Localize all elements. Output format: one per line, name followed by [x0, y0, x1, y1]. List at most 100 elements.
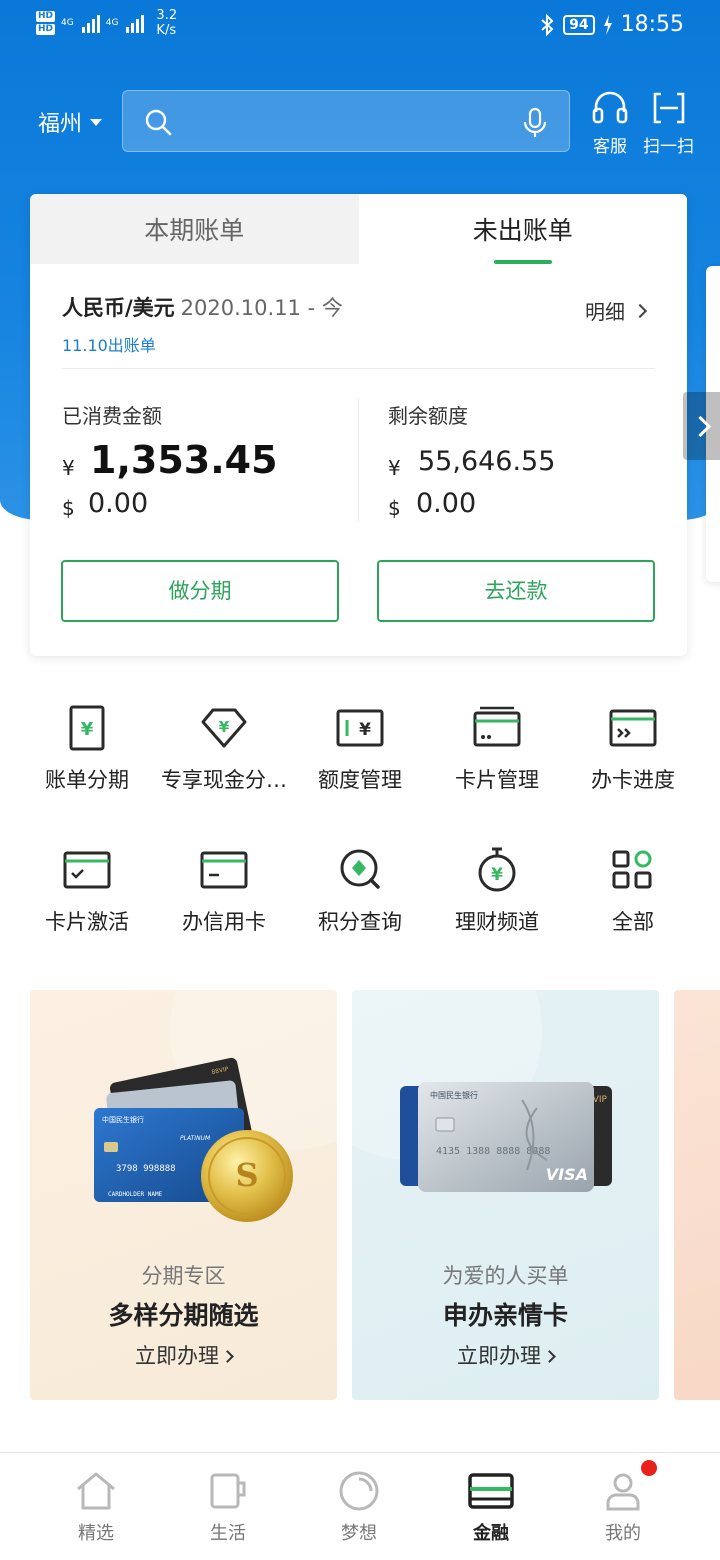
card-activate-icon — [63, 851, 111, 889]
card-progress-icon — [609, 709, 657, 747]
service-label: 卡片管理 — [455, 768, 539, 792]
card-tier: PLATINUM — [180, 1135, 211, 1142]
service-card-manage[interactable]: 卡片管理 — [429, 704, 565, 794]
nav-mine[interactable]: 我的 — [573, 1469, 673, 1545]
customer-service-button[interactable]: 客服 — [590, 90, 630, 157]
scan-button[interactable]: 扫一扫 — [643, 90, 694, 157]
tab-unbilled[interactable]: 未出账单 — [358, 194, 687, 264]
spent-cny-amount: 1,353.45 — [90, 438, 278, 482]
hd-indicators: HD HD — [36, 11, 56, 35]
service-credit-limit[interactable]: ¥ 额度管理 — [292, 704, 428, 794]
customer-service-label: 客服 — [593, 137, 627, 157]
bill-period: 2020.10.11 - 今 — [180, 296, 343, 320]
service-label: 办信用卡 — [182, 910, 266, 934]
search-icon — [145, 109, 172, 136]
service-bill-installment[interactable]: ¥ 账单分期 — [19, 704, 155, 794]
service-label: 额度管理 — [318, 768, 402, 792]
next-card-arrow[interactable] — [683, 392, 720, 460]
battery-indicator: 94 — [563, 14, 595, 35]
svg-text:S: S — [235, 1156, 258, 1194]
promo-title: 多样分期随选 — [108, 1301, 259, 1330]
service-all[interactable]: 全部 — [565, 846, 701, 936]
bottom-nav: 精选 生活 梦想 金融 我的 — [0, 1452, 720, 1560]
svg-text:¥: ¥ — [491, 865, 503, 885]
bill-due-date: 11.10出账单 — [62, 336, 156, 355]
service-label: 专享现金分… — [161, 768, 287, 792]
nav-label: 我的 — [605, 1523, 641, 1544]
speed-unit: K/s — [156, 23, 177, 38]
spent-usd-amount: 0.00 — [88, 488, 149, 519]
search-bar[interactable] — [122, 90, 570, 152]
detail-link[interactable]: 明细 — [585, 296, 648, 325]
yen-symbol: ¥ — [388, 456, 401, 480]
detail-label: 明细 — [585, 300, 625, 324]
repay-button[interactable]: 去还款 — [377, 560, 655, 622]
promo-cta[interactable]: 立即办理 — [30, 1340, 337, 1370]
speed-value: 3.2 — [156, 8, 178, 23]
status-bar: HD HD 4G 4G 3.2 K/s 94 18:55 — [0, 0, 720, 50]
network-type: 4G — [105, 18, 119, 28]
service-cash-installment[interactable]: ¥ 专享现金分… — [156, 704, 292, 794]
service-label: 积分查询 — [318, 910, 402, 934]
user-icon — [606, 1473, 640, 1511]
credit-limit-icon: ¥ — [336, 709, 384, 747]
promo-family-card-banner[interactable]: VIP 中国民生银行 4135 1388 8888 8888 VISA 为爱的人… — [352, 990, 659, 1400]
service-points-query[interactable]: 积分查询 — [292, 846, 428, 936]
service-label: 卡片激活 — [45, 910, 129, 934]
dream-icon — [339, 1471, 379, 1511]
divider — [62, 368, 655, 369]
promo-installment-banner[interactable]: 88VIP 中国民生银行 PLATINUM 3798 998888 CARDHO… — [30, 990, 337, 1400]
credit-card-illustration: 88VIP 中国民生银行 PLATINUM 3798 998888 CARDHO… — [94, 990, 337, 1222]
promo-cta[interactable]: 立即办理 — [352, 1340, 659, 1370]
currency-period: 人民币/美元 2020.10.11 - 今 — [62, 292, 343, 322]
hd-badge: HD — [36, 11, 56, 22]
scan-icon — [653, 92, 684, 124]
bill-card: 本期账单 未出账单 人民币/美元 2020.10.11 - 今 11.10出账单 … — [30, 194, 687, 656]
wealth-channel-icon: ¥ — [478, 847, 516, 892]
tab-current-bill[interactable]: 本期账单 — [30, 194, 359, 264]
service-label: 账单分期 — [45, 768, 129, 792]
service-apply-card[interactable]: 办信用卡 — [156, 846, 292, 936]
nav-finance[interactable]: 金融 — [441, 1469, 541, 1545]
dollar-symbol: $ — [62, 496, 75, 520]
nav-life[interactable]: 生活 — [178, 1469, 278, 1545]
currency-label: 人民币/美元 — [62, 296, 175, 320]
service-card-activate[interactable]: 卡片激活 — [19, 846, 155, 936]
microphone-icon[interactable] — [521, 107, 549, 139]
svg-text:¥: ¥ — [219, 718, 230, 736]
cup-icon — [210, 1473, 246, 1509]
city-selector[interactable]: 福州 — [38, 106, 103, 138]
bill-installment-icon: ¥ — [69, 705, 105, 751]
promo-subtitle: 分期专区 — [141, 1264, 226, 1288]
notification-badge — [641, 1460, 657, 1476]
installment-button[interactable]: 做分期 — [61, 560, 339, 622]
charging-icon — [603, 14, 612, 35]
promo-banner-peek[interactable] — [674, 990, 720, 1400]
service-card-progress[interactable]: 办卡进度 — [565, 704, 701, 794]
service-label: 理财频道 — [455, 910, 539, 934]
service-wealth-channel[interactable]: ¥ 理财频道 — [429, 846, 565, 936]
bill-tabs: 本期账单 未出账单 — [30, 194, 687, 264]
status-right: 94 18:55 — [539, 12, 684, 37]
remaining-usd-amount: 0.00 — [416, 488, 477, 519]
remaining-cny-amount: 55,646.55 — [418, 446, 556, 477]
yen-symbol: ¥ — [62, 456, 75, 480]
nav-featured[interactable]: 精选 — [46, 1469, 146, 1545]
service-label: 全部 — [612, 910, 654, 934]
search-input[interactable] — [183, 103, 503, 141]
status-left: HD HD 4G 4G 3.2 K/s — [36, 8, 177, 38]
visa-logo: VISA — [546, 1165, 588, 1184]
card-bank-name: 中国民生银行 — [102, 1115, 144, 1124]
card-manage-icon — [473, 706, 521, 747]
nav-label: 精选 — [78, 1523, 114, 1544]
signal-icon — [126, 13, 145, 33]
service-label: 办卡进度 — [591, 768, 675, 792]
chevron-down-icon — [90, 118, 103, 126]
nav-label: 梦想 — [341, 1523, 377, 1544]
headset-icon — [592, 91, 628, 124]
network-type: 4G — [61, 18, 74, 28]
promo-title: 申办亲情卡 — [442, 1301, 568, 1330]
promo-cta-label: 立即办理 — [135, 1344, 219, 1368]
cash-installment-icon: ¥ — [201, 708, 247, 748]
nav-dream[interactable]: 梦想 — [309, 1469, 409, 1545]
